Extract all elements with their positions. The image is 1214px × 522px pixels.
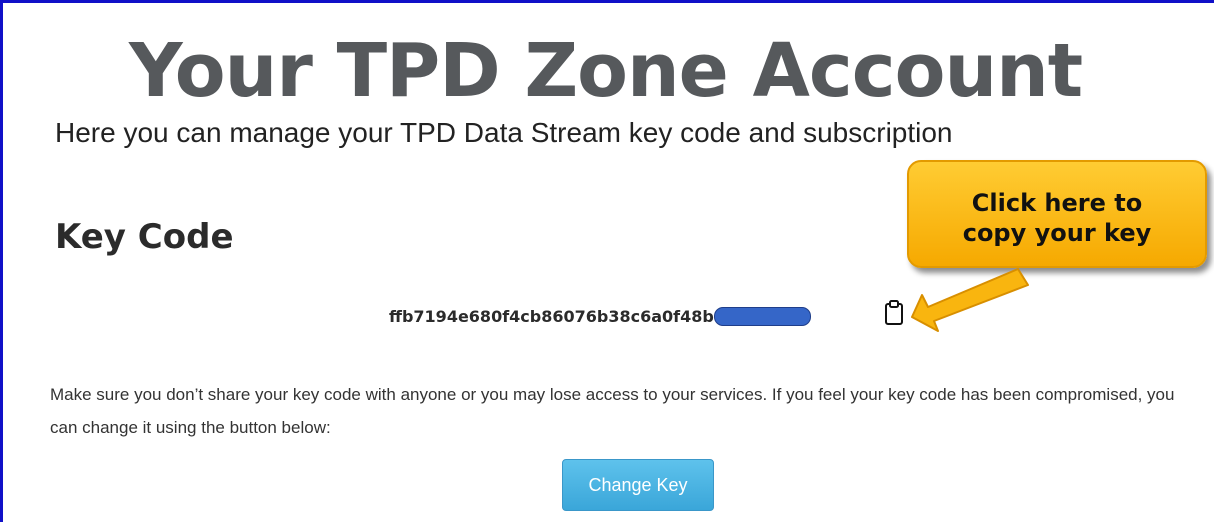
key-code-row: ffb7194e680f4cb86076b38c6a0f48b — [389, 303, 811, 329]
page-subtitle: Here you can manage your TPD Data Stream… — [55, 117, 953, 148]
key-code-heading: Key Code — [55, 217, 234, 257]
redaction-mark — [713, 306, 811, 326]
security-warning: Make sure you don’t share your key code … — [50, 385, 1175, 437]
callout-line-2: copy your key — [962, 219, 1152, 247]
copy-key-callout: Click here to copy your key — [907, 160, 1207, 268]
arrow-icon — [911, 268, 1029, 332]
key-code-value: ffb7194e680f4cb86076b38c6a0f48b — [389, 306, 714, 326]
change-key-button[interactable]: Change Key — [562, 459, 714, 511]
callout-text: Click here to copy your key — [963, 180, 1152, 248]
page-title: Your TPD Zone Account — [129, 28, 1083, 114]
callout-line-1: Click here to — [971, 189, 1143, 217]
